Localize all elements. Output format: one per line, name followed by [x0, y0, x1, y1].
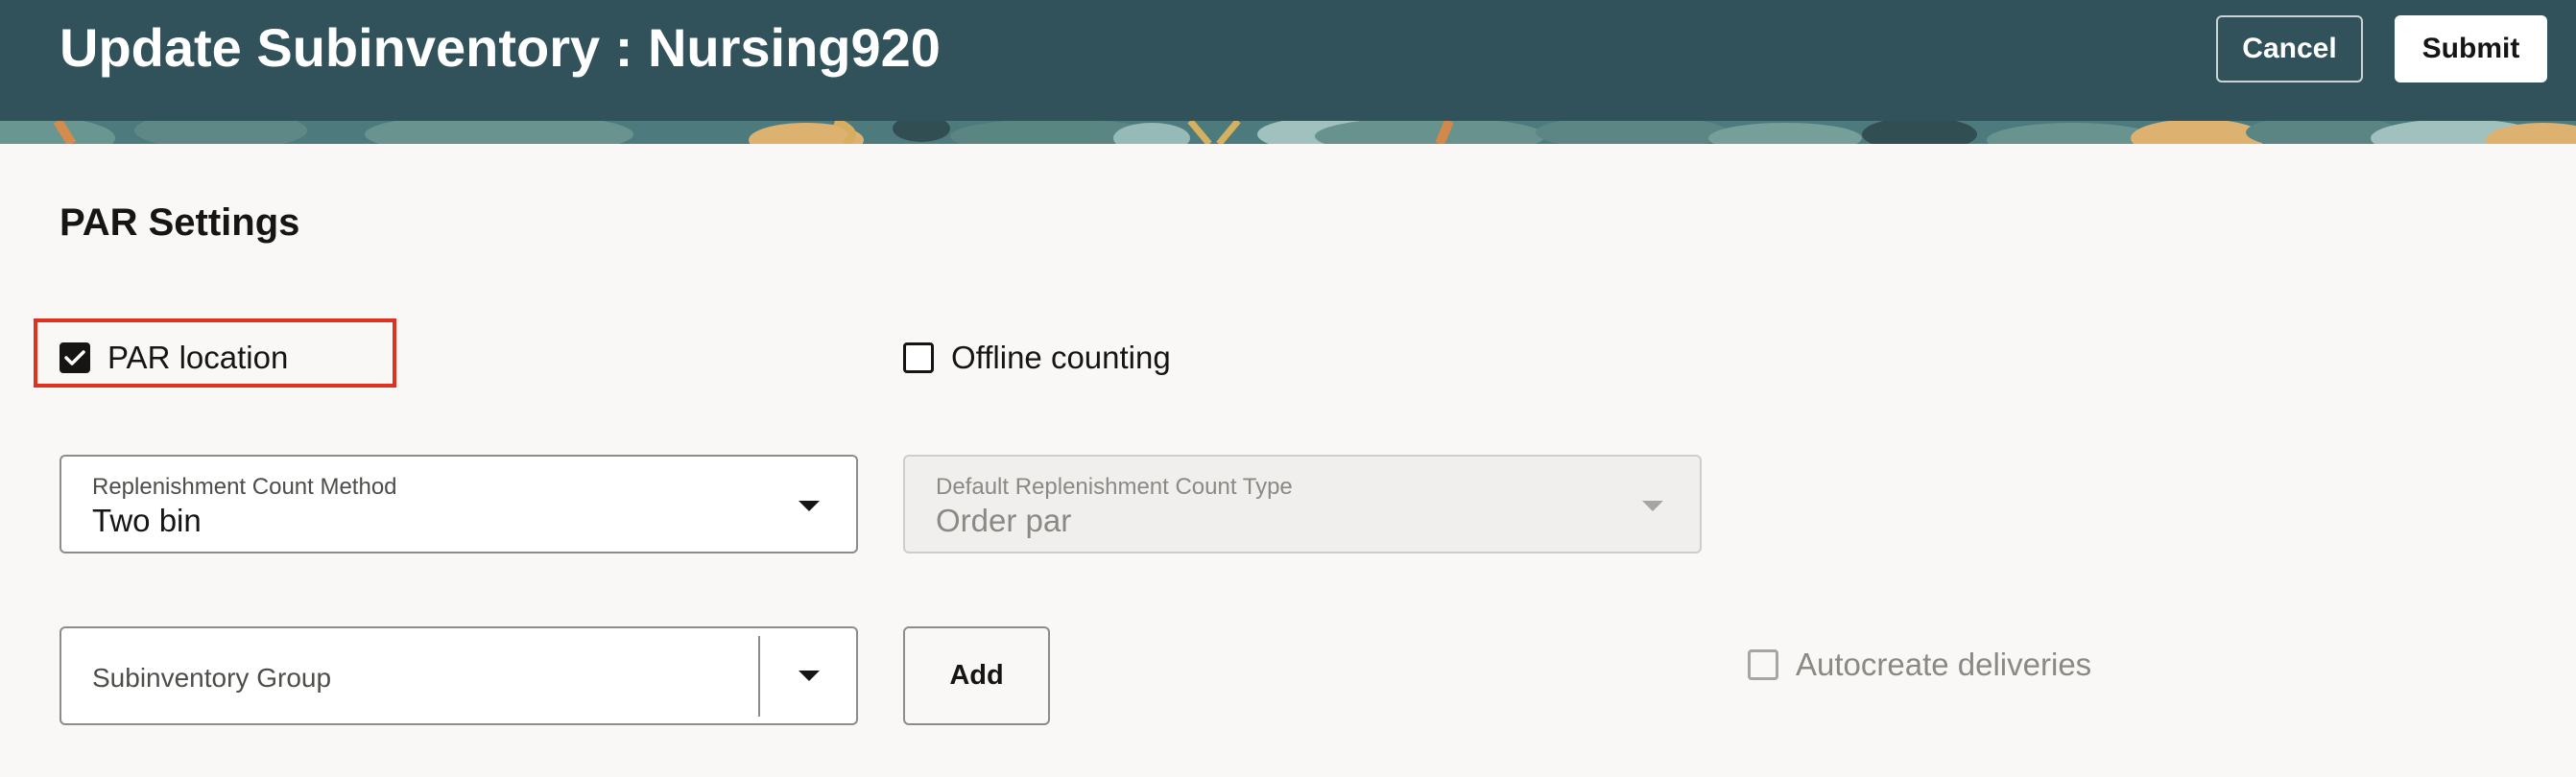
autocreate-deliveries-checkbox-row: Autocreate deliveries [1748, 647, 2091, 683]
par-location-checkbox-row[interactable]: PAR location [60, 340, 288, 376]
autocreate-deliveries-checkbox [1748, 649, 1778, 680]
default-replenishment-count-type-value: Order par [936, 503, 1072, 538]
section-title: PAR Settings [60, 201, 300, 244]
replenishment-count-method-value: Two bin [92, 503, 202, 538]
checkmark-icon [64, 350, 85, 365]
chevron-down-icon [1642, 501, 1663, 511]
combobox-divider [758, 636, 760, 717]
default-replenishment-count-type-select: Default Replenishment Count Type Order p… [903, 455, 1702, 553]
page-header: Update Subinventory : Nursing920 Cancel … [0, 0, 2576, 144]
chevron-down-icon[interactable] [799, 671, 820, 681]
par-location-checkbox[interactable] [60, 342, 90, 373]
add-button[interactable]: Add [903, 626, 1050, 725]
chevron-down-icon[interactable] [799, 501, 820, 511]
subinventory-group-placeholder: Subinventory Group [92, 663, 332, 693]
default-replenishment-count-type-label: Default Replenishment Count Type [936, 474, 1293, 500]
offline-counting-checkbox-row[interactable]: Offline counting [903, 340, 1171, 376]
page-title: Update Subinventory : Nursing920 [60, 17, 941, 78]
autocreate-deliveries-label: Autocreate deliveries [1796, 647, 2092, 682]
offline-counting-label: Offline counting [951, 340, 1171, 375]
subinventory-group-combobox[interactable]: Subinventory Group [60, 626, 858, 725]
cancel-button[interactable]: Cancel [2216, 15, 2363, 82]
header-decorative-pattern [0, 121, 2576, 144]
par-location-label: PAR location [107, 340, 289, 375]
offline-counting-checkbox[interactable] [903, 342, 934, 373]
submit-button[interactable]: Submit [2395, 15, 2547, 82]
replenishment-count-method-label: Replenishment Count Method [92, 474, 397, 500]
replenishment-count-method-select[interactable]: Replenishment Count Method Two bin [60, 455, 858, 553]
